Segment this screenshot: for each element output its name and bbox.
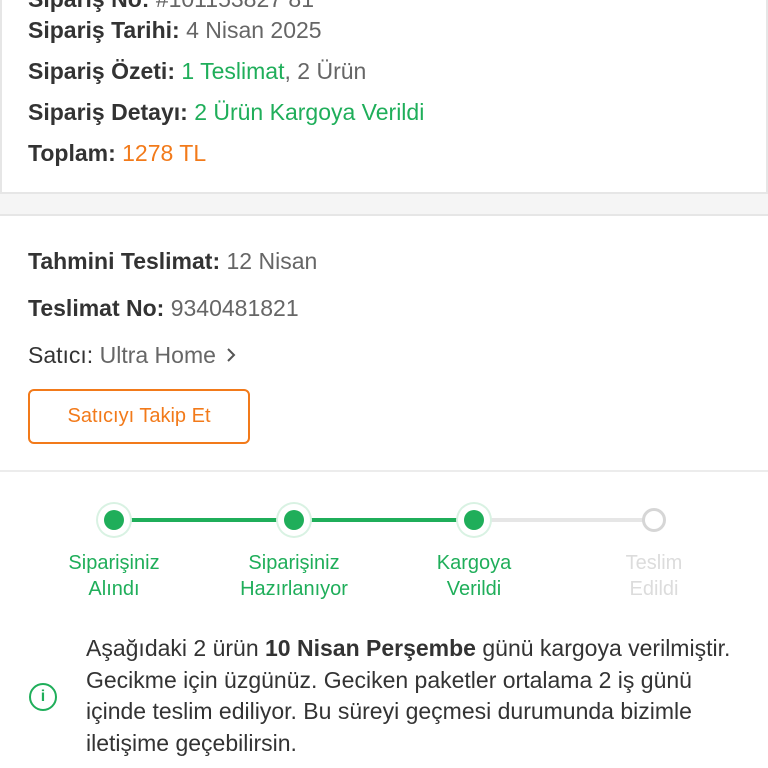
tracker-dot-shipped <box>464 510 484 530</box>
estimated-delivery-row: Tahmini Teslimat: 12 Nisan <box>28 248 317 275</box>
seller-name-link[interactable]: Ultra Home <box>100 342 216 368</box>
tracker-step-received: Siparişiniz Alındı <box>34 550 194 602</box>
order-date-label: Sipariş Tarihi: <box>28 17 180 43</box>
section-divider <box>0 214 768 216</box>
order-items-count: 2 Ürün <box>297 58 367 84</box>
tracker-segment-3 <box>474 518 654 522</box>
chevron-right-icon[interactable] <box>226 342 236 369</box>
step-line2: Hazırlanıyor <box>240 578 348 600</box>
seller-row[interactable]: Satıcı: Ultra Home <box>28 342 236 369</box>
step-line1: Teslim <box>625 552 683 574</box>
order-total-label: Toplam: <box>28 140 116 166</box>
order-summary-row: Sipariş Özeti: 1 Teslimat, 2 Ürün <box>28 58 366 85</box>
order-detail-value: 2 Ürün Kargoya Verildi <box>194 99 425 125</box>
step-line2: Verildi <box>446 578 502 600</box>
tracker-segment-2 <box>294 518 474 522</box>
order-summary-label: Sipariş Özeti: <box>28 58 175 84</box>
step-line2: Alındı <box>88 578 140 600</box>
tracker-segment-1 <box>114 518 294 522</box>
seller-label: Satıcı: <box>28 342 94 368</box>
tracker-step-preparing: Siparişiniz Hazırlanıyor <box>214 550 374 602</box>
estimated-delivery-value: 12 Nisan <box>226 248 318 274</box>
order-deliveries-link[interactable]: 1 Teslimat <box>181 58 284 84</box>
follow-seller-button[interactable]: Satıcıyı Takip Et <box>28 389 250 444</box>
tracker-dot-preparing <box>284 510 304 530</box>
order-no-value: #101153827 81 <box>156 0 314 12</box>
step-line2: Edildi <box>629 578 679 600</box>
order-no-row: Sipariş No: #101153827 81 <box>28 0 314 13</box>
order-summary-separator: , <box>284 58 298 84</box>
order-date-row: Sipariş Tarihi: 4 Nisan 2025 <box>28 17 322 44</box>
estimated-delivery-label: Tahmini Teslimat: <box>28 248 221 274</box>
delivery-no-value: 9340481821 <box>170 295 299 321</box>
tracker-step-shipped: Kargoya Verildi <box>394 550 554 602</box>
notice-date: 10 Nisan Perşembe <box>265 635 476 661</box>
delivery-no-row: Teslimat No: 9340481821 <box>28 295 299 322</box>
order-no-label: Sipariş No: <box>28 0 149 12</box>
order-total-value: 1278 TL <box>122 140 207 166</box>
tracker-dot-received <box>104 510 124 530</box>
section-divider-2 <box>0 470 768 472</box>
order-detail-label: Sipariş Detayı: <box>28 99 188 125</box>
delay-notice: Aşağıdaki 2 ürün 10 Nisan Perşembe günü … <box>86 633 746 759</box>
info-icon: i <box>29 683 57 711</box>
order-total-row: Toplam: 1278 TL <box>28 140 206 167</box>
delivery-no-label: Teslimat No: <box>28 295 165 321</box>
step-line1: Siparişiniz <box>248 552 340 574</box>
step-line1: Siparişiniz <box>68 552 160 574</box>
notice-part1: Aşağıdaki 2 ürün <box>86 635 266 661</box>
tracker-dot-delivered <box>642 508 666 532</box>
order-detail-row: Sipariş Detayı: 2 Ürün Kargoya Verildi <box>28 99 424 126</box>
step-line1: Kargoya <box>436 552 512 574</box>
section-gap <box>0 194 768 214</box>
order-date-value: 4 Nisan 2025 <box>186 17 322 43</box>
tracker-step-delivered: Teslim Edildi <box>574 550 734 602</box>
